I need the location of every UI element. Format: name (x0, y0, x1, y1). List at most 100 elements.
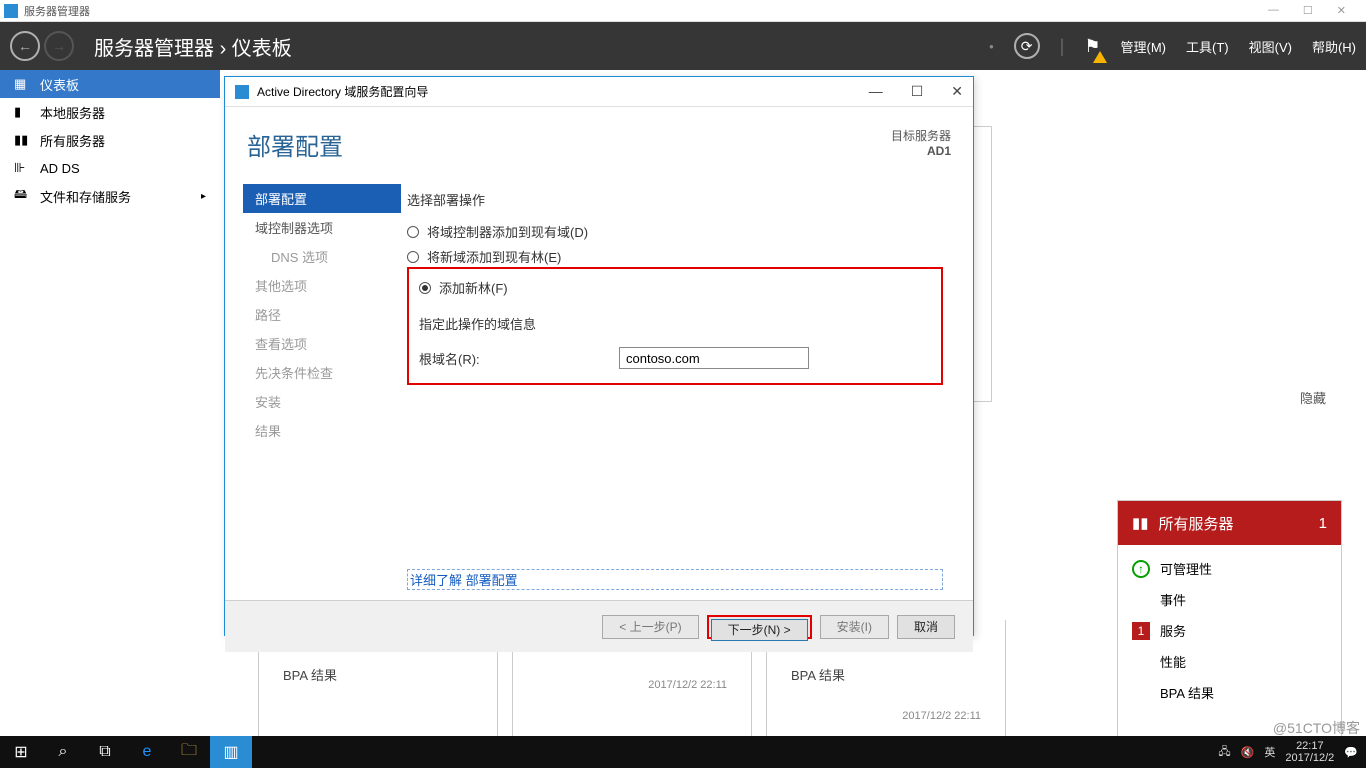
dialog-title: Active Directory 域服务配置向导 (257, 83, 428, 100)
chevron-right-icon: ▸ (201, 191, 206, 202)
all-servers-count: 1 (1319, 515, 1327, 532)
storage-icon: 🖴 (14, 185, 30, 207)
tile-timestamp: 2017/12/2 22:11 (537, 679, 727, 691)
learn-more-link[interactable]: 详细了解 部署配置 (407, 569, 943, 590)
status-label: 性能 (1160, 652, 1186, 671)
next-button[interactable]: 下一步(N) > (711, 619, 808, 641)
ie-icon[interactable]: e (126, 736, 168, 768)
radio-label: 将域控制器添加到现有域(D) (427, 222, 588, 241)
sidebar-label: 本地服务器 (40, 103, 105, 122)
menu-view[interactable]: 视图(V) (1249, 37, 1292, 56)
radio-icon (419, 282, 431, 294)
step-dc-options[interactable]: 域控制器选项 (243, 213, 401, 242)
window-title: 服务器管理器 (24, 3, 90, 19)
tray-network-icon[interactable]: 🖧 (1218, 743, 1230, 762)
status-row-bpa[interactable]: BPA 结果 (1132, 677, 1327, 708)
wizard-step-nav: 部署配置 域控制器选项 DNS 选项 其他选项 路径 查看选项 先决条件检查 安… (225, 170, 401, 600)
dialog-footer: < 上一步(P) 下一步(N) > 安装(I) 取消 (225, 600, 973, 652)
adds-icon: ⊪ (14, 160, 30, 176)
taskbar: ⊞ ⌕ ⧉ e 🗀 ▥ 🖧 🔇 英 22:17 2017/12/2 💬 (0, 736, 1366, 768)
nav-forward-button: → (44, 31, 74, 61)
dialog-max-button[interactable]: ☐ (911, 83, 924, 100)
menu-help[interactable]: 帮助(H) (1312, 37, 1356, 56)
refresh-button[interactable]: ⟳ (1014, 33, 1040, 59)
target-server-value: AD1 (891, 144, 951, 158)
radio-icon (407, 226, 419, 238)
tile-line: BPA 结果 (791, 659, 981, 690)
tray-clock[interactable]: 22:17 2017/12/2 (1285, 740, 1334, 764)
menu-manage[interactable]: 管理(M) (1121, 37, 1167, 56)
tile-line: BPA 结果 (283, 659, 473, 690)
tile-timestamp: 2017/12/2 22:11 (791, 710, 981, 722)
step-deploy-config[interactable]: 部署配置 (243, 184, 401, 213)
sidebar-label: 所有服务器 (40, 131, 105, 150)
tray-date: 2017/12/2 (1285, 752, 1334, 764)
radio-add-new-forest[interactable]: 添加新林(F) (419, 275, 931, 300)
step-other-options: 其他选项 (243, 271, 401, 300)
up-arrow-icon: ↑ (1132, 560, 1150, 578)
servers-icon: ▮▮ (1132, 514, 1149, 532)
status-row-performance[interactable]: 性能 (1132, 646, 1327, 677)
sidebar-item-file-storage[interactable]: 🖴 文件和存储服务 ▸ (0, 182, 220, 210)
sidebar-label: AD DS (40, 161, 80, 176)
hide-link[interactable]: 隐藏 (1300, 388, 1326, 407)
breadcrumb-app: 服务器管理器 (94, 38, 214, 60)
radio-label: 将新域添加到现有林(E) (427, 247, 561, 266)
dashboard-icon: ▦ (14, 76, 30, 92)
sidebar-label: 仪表板 (40, 75, 79, 94)
menu-tools[interactable]: 工具(T) (1186, 37, 1229, 56)
dialog-heading: 部署配置 (247, 127, 343, 162)
task-view-button[interactable]: ⧉ (84, 736, 126, 768)
server-manager-task-icon[interactable]: ▥ (210, 736, 252, 768)
warning-triangle-icon (1093, 51, 1107, 63)
window-close-button[interactable]: ✕ (1337, 4, 1346, 17)
sidebar-label: 文件和存储服务 (40, 187, 131, 206)
status-row-services[interactable]: 1 服务 (1132, 615, 1327, 646)
step-prereq: 先决条件检查 (243, 358, 401, 387)
dialog-titlebar: Active Directory 域服务配置向导 — ☐ ✕ (225, 77, 973, 107)
step-install: 安装 (243, 387, 401, 416)
all-servers-header[interactable]: ▮▮ 所有服务器 1 (1118, 501, 1341, 545)
prev-button: < 上一步(P) (602, 615, 698, 639)
app-logo-icon (4, 4, 18, 18)
sidebar-item-local-server[interactable]: ▮ 本地服务器 (0, 98, 220, 126)
window-titlebar: 服务器管理器 — ☐ ✕ (0, 0, 1366, 22)
step-results: 结果 (243, 416, 401, 445)
tray-ime[interactable]: 英 (1264, 744, 1275, 760)
radio-add-dc-existing-domain[interactable]: 将域控制器添加到现有域(D) (407, 219, 943, 244)
dialog-min-button[interactable]: — (869, 83, 883, 100)
cancel-button[interactable]: 取消 (897, 615, 955, 639)
radio-add-domain-existing-forest[interactable]: 将新域添加到现有林(E) (407, 244, 943, 269)
status-row-events[interactable]: 事件 (1132, 584, 1327, 615)
chevron-right-icon: › (220, 38, 227, 60)
sidebar-item-dashboard[interactable]: ▦ 仪表板 (0, 70, 220, 98)
status-row-manageability[interactable]: ↑ 可管理性 (1132, 553, 1327, 584)
install-button: 安装(I) (820, 615, 889, 639)
tray-volume-icon[interactable]: 🔇 (1241, 746, 1255, 759)
explorer-icon[interactable]: 🗀 (168, 736, 210, 768)
start-button[interactable]: ⊞ (0, 736, 42, 768)
all-servers-title: 所有服务器 (1159, 513, 1234, 534)
sidebar-item-adds[interactable]: ⊪ AD DS (0, 154, 220, 182)
dialog-close-button[interactable]: ✕ (951, 83, 963, 100)
root-domain-input[interactable] (619, 347, 809, 369)
notifications-flag-icon[interactable]: ⚑ (1084, 36, 1100, 57)
step-paths: 路径 (243, 300, 401, 329)
error-count-badge: 1 (1132, 622, 1150, 640)
pipe-separator: | (1060, 36, 1065, 57)
nav-sidebar: ▦ 仪表板 ▮ 本地服务器 ▮▮ 所有服务器 ⊪ AD DS 🖴 文件和存储服务… (0, 70, 220, 730)
tray-notifications-icon[interactable]: 💬 (1344, 746, 1358, 759)
nav-back-button[interactable]: ← (10, 31, 40, 61)
sidebar-item-all-servers[interactable]: ▮▮ 所有服务器 (0, 126, 220, 154)
status-label: 服务 (1160, 621, 1186, 640)
dialog-logo-icon (235, 85, 249, 99)
next-button-highlight: 下一步(N) > (707, 615, 812, 639)
highlight-annotation: 添加新林(F) 指定此操作的域信息 根域名(R): (407, 267, 943, 385)
blank-icon (1132, 653, 1150, 671)
window-max-button[interactable]: ☐ (1303, 4, 1313, 17)
search-button[interactable]: ⌕ (42, 736, 84, 768)
blank-icon (1132, 684, 1150, 702)
window-min-button[interactable]: — (1268, 4, 1279, 17)
servers-icon: ▮▮ (14, 132, 30, 148)
step-dns-options: DNS 选项 (243, 242, 401, 271)
